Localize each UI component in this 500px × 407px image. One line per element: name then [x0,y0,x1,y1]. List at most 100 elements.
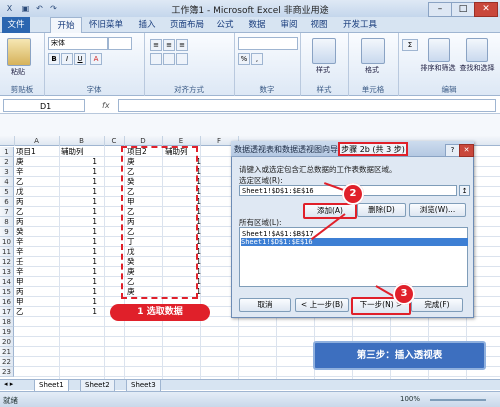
tab-page-layout[interactable]: 页面布局 [165,17,209,33]
styles-icon[interactable] [312,38,336,64]
row-header[interactable]: 19 [0,327,14,337]
maximize-button[interactable]: □ [451,2,475,17]
add-button[interactable]: 添加(A) [303,203,357,219]
fx-icon[interactable]: fx [102,99,116,112]
format-button-label[interactable]: 格式 [354,65,390,75]
row-header[interactable]: 14 [0,277,14,287]
cell-b9[interactable]: 1 [69,227,97,237]
cell-a1[interactable]: 项目1 [16,147,36,157]
collapse-dialog-icon[interactable]: ↥ [459,185,470,196]
row-header[interactable]: 13 [0,267,14,277]
cell-b17[interactable]: 1 [69,307,97,317]
find-select-label[interactable]: 查找和选择 [456,63,498,73]
column-header-b[interactable]: B [59,136,105,146]
format-cells-icon[interactable] [361,38,385,64]
cell-b5[interactable]: 1 [69,187,97,197]
row-header[interactable]: 16 [0,297,14,307]
cell-b11[interactable]: 1 [69,247,97,257]
row-header[interactable]: 12 [0,257,14,267]
cell-a16[interactable]: 甲 [16,297,24,307]
cell-a2[interactable]: 庚 [16,157,24,167]
row-header[interactable]: 4 [0,177,14,187]
row-header[interactable]: 10 [0,237,14,247]
zoom-slider[interactable] [430,399,486,401]
row-header[interactable]: 6 [0,197,14,207]
tab-insert[interactable]: 插入 [134,17,160,33]
cell-a13[interactable]: 辛 [16,267,24,277]
comma-button[interactable]: , [251,53,263,65]
paste-button-label[interactable]: 粘贴 [4,67,32,77]
cell-b6[interactable]: 1 [69,197,97,207]
cell-b7[interactable]: 1 [69,207,97,217]
cell-b4[interactable]: 1 [69,177,97,187]
cell-b3[interactable]: 1 [69,167,97,177]
back-button[interactable]: < 上一步(B) [295,298,349,312]
align-top-icon[interactable]: ≡ [150,39,162,51]
tab-formulas[interactable]: 公式 [212,17,238,33]
cell-b15[interactable]: 1 [69,287,97,297]
row-header[interactable]: 7 [0,207,14,217]
row-header[interactable]: 3 [0,167,14,177]
tab-review[interactable]: 审阅 [276,17,302,33]
cell-a12[interactable]: 壬 [16,257,24,267]
row-header[interactable]: 5 [0,187,14,197]
cell-a10[interactable]: 辛 [16,237,24,247]
tab-developer[interactable]: 开发工具 [338,17,382,33]
cell-b13[interactable]: 1 [69,267,97,277]
cell-a5[interactable]: 戊 [16,187,24,197]
delete-button[interactable]: 删除(D) [357,203,406,217]
cell-a9[interactable]: 癸 [16,227,24,237]
number-format-dropdown[interactable] [238,37,298,50]
row-header[interactable]: 1 [0,147,14,157]
cell-b1[interactable]: 辅助列 [61,147,84,157]
row-header[interactable]: 20 [0,337,14,347]
column-header-c[interactable]: C [104,136,125,146]
align-left-icon[interactable] [150,53,162,65]
align-middle-icon[interactable]: ≡ [163,39,175,51]
tab-view[interactable]: 视图 [306,17,332,33]
finish-button[interactable]: 完成(F) [411,298,463,312]
row-header[interactable]: 23 [0,367,14,377]
row-header[interactable]: 9 [0,227,14,237]
close-button[interactable]: ✕ [474,2,498,17]
name-box[interactable]: D1 [3,99,85,112]
cell-a17[interactable]: 乙 [16,307,24,317]
font-color-button[interactable]: A [90,53,102,65]
percent-button[interactable]: % [238,53,250,65]
minimize-button[interactable]: – [428,2,452,17]
list-item-selected[interactable]: Sheet1!$D$1:$E$16 [241,238,468,246]
italic-button[interactable]: I [61,53,73,65]
column-header-a[interactable]: A [14,136,60,146]
cell-a14[interactable]: 甲 [16,277,24,287]
bold-button[interactable]: B [48,53,60,65]
select-all-corner[interactable] [0,136,15,146]
row-header[interactable]: 22 [0,357,14,367]
tab-classic-menu[interactable]: 怀旧菜单 [84,17,128,33]
cell-b8[interactable]: 1 [69,217,97,227]
cell-b10[interactable]: 1 [69,237,97,247]
align-center-icon[interactable] [163,53,175,65]
tab-file[interactable]: 文件 [2,17,30,33]
help-icon[interactable]: ? [445,144,460,157]
column-header-e[interactable]: E [162,136,201,146]
row-header[interactable]: 21 [0,347,14,357]
cell-a11[interactable]: 辛 [16,247,24,257]
cancel-button[interactable]: 取消 [239,298,291,312]
sheet-nav-icon[interactable]: ◂ ▸ [4,380,13,388]
row-header[interactable]: 18 [0,317,14,327]
column-header-d[interactable]: D [124,136,163,146]
row-header[interactable]: 2 [0,157,14,167]
cell-b2[interactable]: 1 [69,157,97,167]
styles-button-label[interactable]: 样式 [306,65,340,75]
cell-a3[interactable]: 辛 [16,167,24,177]
sort-filter-label[interactable]: 排序和筛选 [418,63,458,73]
align-right-icon[interactable] [176,53,188,65]
underline-button[interactable]: U [74,53,86,65]
dialog-close-button[interactable]: ✕ [459,144,474,157]
font-name-dropdown[interactable]: 宋体 [48,37,108,50]
tab-data[interactable]: 数据 [244,17,270,33]
find-select-icon[interactable] [466,38,488,62]
row-header[interactable]: 8 [0,217,14,227]
row-header[interactable]: 11 [0,247,14,257]
cell-a7[interactable]: 乙 [16,207,24,217]
